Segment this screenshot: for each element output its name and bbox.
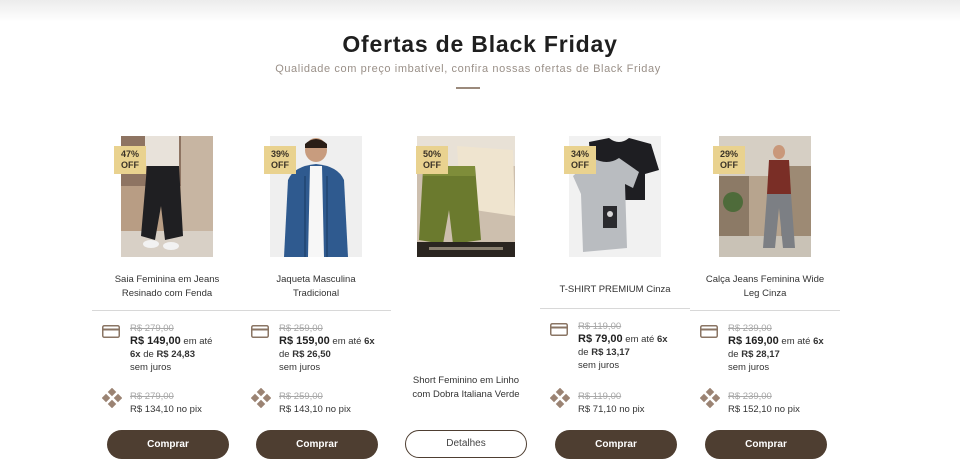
product-card-calca[interactable]: 29% OFF Calça Jeans Feminina Wide Leg Cinz… [690,0,840,465]
product-card-saia[interactable]: 47% OFF Saia Feminina em Jeans Resinado co… [92,0,242,465]
pix-price-info: R$ 259,00 R$ 143,10 no pix [279,391,351,415]
pix-icon [700,388,720,408]
pix-price-info: R$ 119,00 R$ 71,10 no pix [578,391,645,415]
buy-button[interactable]: Comprar [107,430,229,459]
product-name[interactable]: Calça Jeans Feminina Wide Leg Cinza [690,273,840,301]
product-card-tshirt[interactable]: 34% OFF T-SHIRT PREMIUM Cinza R$ 119,00 R… [540,0,690,465]
pix-icon [550,388,570,408]
discount-badge: 50% OFF [416,146,448,174]
product-card-short[interactable]: 50% OFF Short Feminino em Linho com Dobra … [391,0,541,465]
discount-badge: 29% OFF [713,146,745,174]
pix-price-info: R$ 279,00 R$ 134,10 no pix [130,391,202,415]
credit-card-icon [102,325,120,338]
pix-price-info: R$ 239,00 R$ 152,10 no pix [728,391,800,415]
card-divider [92,310,242,311]
card-price-info: R$ 259,00 R$ 159,00 em até 6x de R$ 26,5… [279,323,375,373]
pix-icon [251,388,271,408]
pix-icon [102,388,122,408]
product-name[interactable]: Short Feminino em Linho com Dobra Italian… [391,374,541,402]
buy-button[interactable]: Comprar [256,430,378,459]
card-price-info: R$ 119,00 R$ 79,00 em até 6x de R$ 13,17… [578,321,668,371]
discount-badge: 39% OFF [264,146,296,174]
credit-card-icon [251,325,269,338]
details-button[interactable]: Detalhes [405,430,527,458]
discount-badge: 47% OFF [114,146,146,174]
discount-badge: 34% OFF [564,146,596,174]
product-name[interactable]: Saia Feminina em Jeans Resinado com Fenda [92,273,242,301]
buy-button[interactable]: Comprar [705,430,827,459]
product-card-jaqueta[interactable]: 39% OFF Jaqueta Masculina Tradicional R$ 2… [241,0,391,465]
card-divider [690,310,840,311]
card-price-info: R$ 239,00 R$ 169,00 em até 6x de R$ 28,1… [728,323,824,373]
product-name[interactable]: Jaqueta Masculina Tradicional [241,273,391,301]
credit-card-icon [700,325,718,338]
card-price-info: R$ 279,00 R$ 149,00 em até 6x de R$ 24,8… [130,323,213,373]
credit-card-icon [550,323,568,336]
card-divider [241,310,391,311]
card-divider [540,308,690,309]
buy-button[interactable]: Comprar [555,430,677,459]
product-name[interactable]: T-SHIRT PREMIUM Cinza [540,283,690,297]
